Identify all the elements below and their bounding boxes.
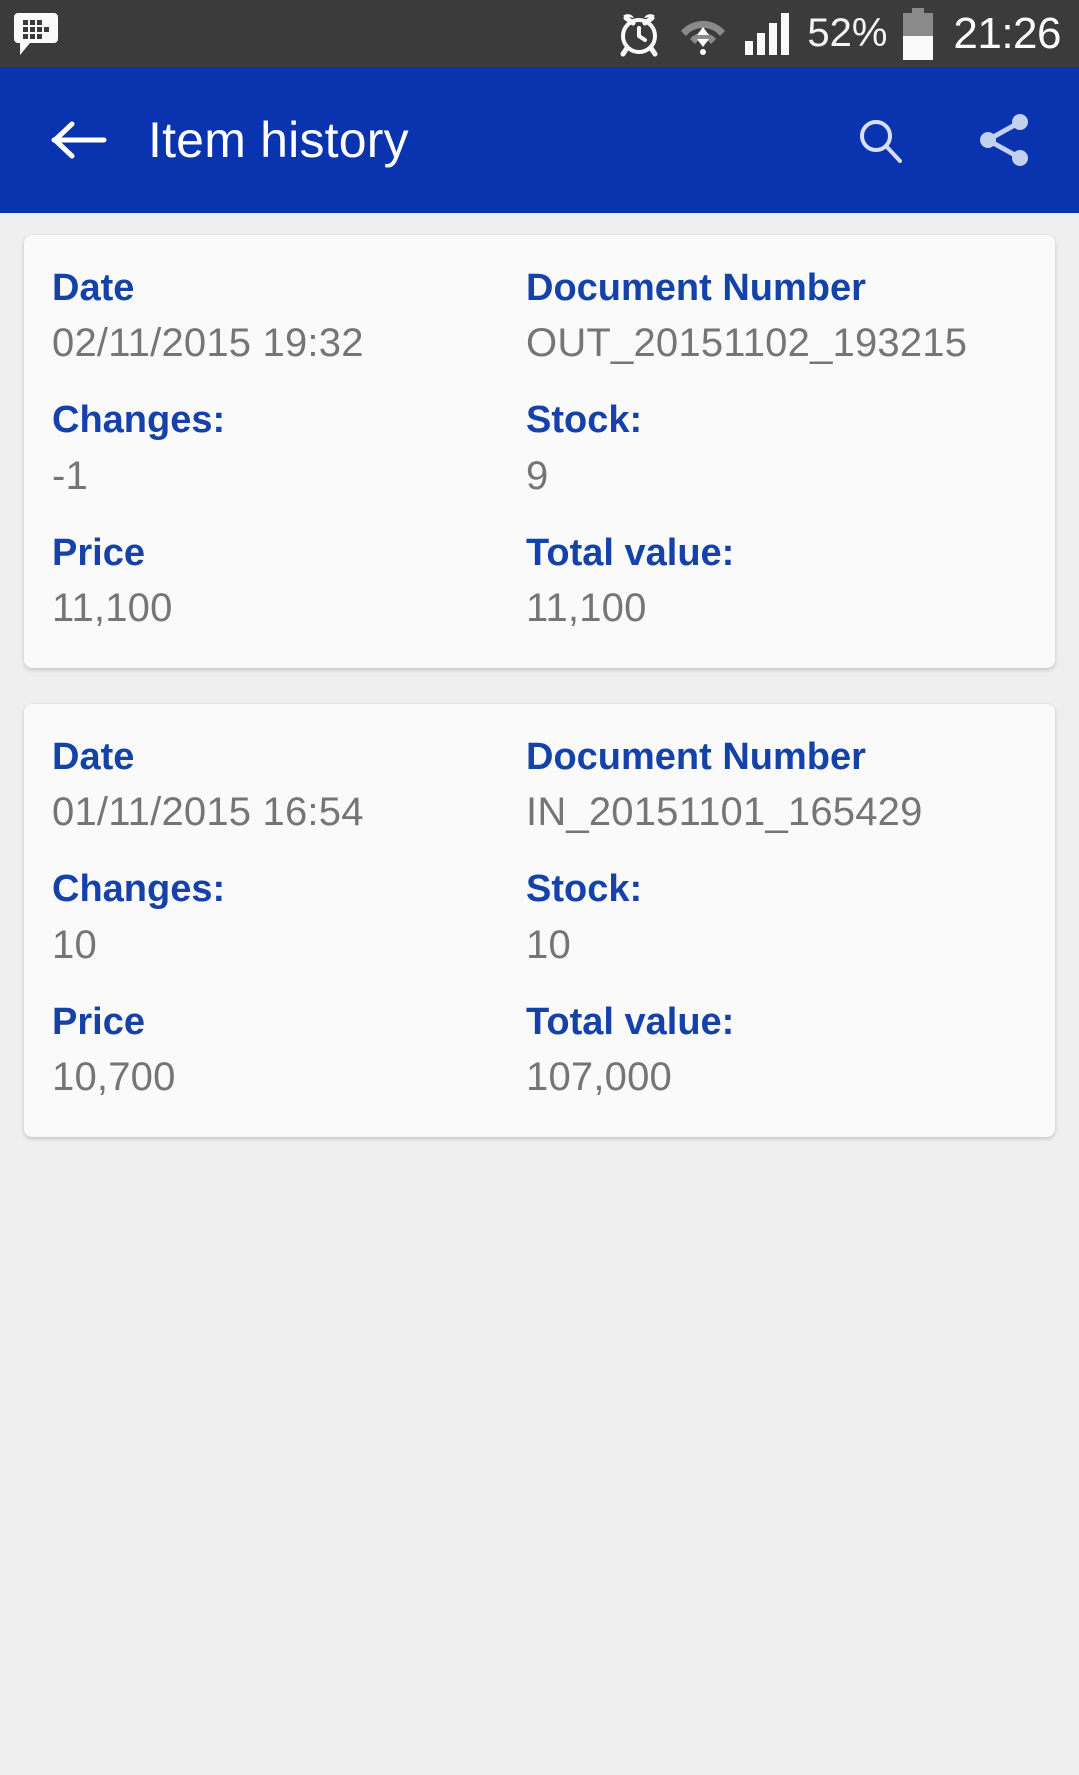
- bbm-chat-icon: [14, 12, 58, 55]
- field-value: 01/11/2015 16:54: [52, 790, 364, 835]
- status-bar: 52% 21:26: [0, 0, 1079, 67]
- item-history-list[interactable]: Date 02/11/2015 19:32 Document Number OU…: [0, 213, 1079, 1775]
- field-value: 107,000: [526, 1055, 672, 1100]
- back-button[interactable]: [42, 103, 116, 177]
- status-bar-clock: 21:26: [953, 8, 1061, 58]
- field-value: 11,100: [526, 586, 647, 631]
- field-document-number: Document Number IN_20151101_165429: [526, 734, 1027, 866]
- app-bar: Item history: [0, 67, 1079, 213]
- field-label: Changes:: [52, 868, 226, 911]
- field-changes: Changes: -1: [52, 397, 526, 529]
- field-value: 10: [52, 922, 97, 967]
- field-label: Stock:: [526, 868, 643, 911]
- wifi-icon: [681, 20, 726, 55]
- field-value: 10,700: [52, 1055, 176, 1100]
- field-label: Total value:: [526, 1000, 735, 1043]
- field-value: IN_20151101_165429: [526, 790, 923, 835]
- battery-percent-label: 52%: [807, 11, 888, 55]
- field-total-value: Total value: 107,000: [526, 999, 1027, 1103]
- field-date: Date 02/11/2015 19:32: [52, 265, 526, 397]
- field-total-value: Total value: 11,100: [526, 530, 1027, 634]
- field-value: 02/11/2015 19:32: [52, 321, 364, 366]
- field-label: Stock:: [526, 399, 643, 442]
- field-changes: Changes: 10: [52, 866, 526, 998]
- field-label: Total value:: [526, 531, 735, 574]
- field-stock: Stock: 10: [526, 866, 1027, 998]
- history-card-fields: Date 01/11/2015 16:54 Document Number IN…: [52, 734, 1027, 1103]
- history-card-fields: Date 02/11/2015 19:32 Document Number OU…: [52, 265, 1027, 634]
- field-label: Changes:: [52, 399, 226, 442]
- field-price: Price 10,700: [52, 999, 526, 1103]
- share-icon: [980, 114, 1028, 166]
- arrow-left-icon: [51, 121, 107, 159]
- field-value: OUT_20151102_193215: [526, 321, 968, 366]
- field-document-number: Document Number OUT_20151102_193215: [526, 265, 1027, 397]
- field-label: Document Number: [526, 736, 866, 779]
- field-label: Date: [52, 267, 135, 309]
- cellular-signal-icon: [745, 12, 790, 55]
- history-card[interactable]: Date 01/11/2015 16:54 Document Number IN…: [24, 704, 1055, 1138]
- alarm-clock-icon: [620, 13, 658, 56]
- field-value: 10: [526, 922, 571, 967]
- field-label: Price: [52, 1000, 145, 1043]
- battery-icon: [903, 7, 934, 60]
- search-icon: [860, 120, 902, 163]
- page-title: Item history: [148, 112, 409, 168]
- field-price: Price 11,100: [52, 530, 526, 634]
- field-label: Price: [52, 531, 145, 574]
- field-date: Date 01/11/2015 16:54: [52, 734, 526, 866]
- search-button[interactable]: [847, 107, 913, 173]
- app-bar-actions: [847, 107, 1037, 173]
- field-stock: Stock: 9: [526, 397, 1027, 529]
- field-label: Date: [52, 736, 135, 779]
- share-button[interactable]: [971, 107, 1037, 173]
- history-card[interactable]: Date 02/11/2015 19:32 Document Number OU…: [24, 235, 1055, 669]
- field-label: Document Number: [526, 267, 866, 309]
- field-value: 11,100: [52, 586, 173, 631]
- field-value: -1: [52, 453, 88, 498]
- status-bar-notifications: [14, 11, 58, 57]
- field-value: 9: [526, 453, 549, 498]
- status-bar-system-icons: 52% 21:26: [615, 7, 1061, 60]
